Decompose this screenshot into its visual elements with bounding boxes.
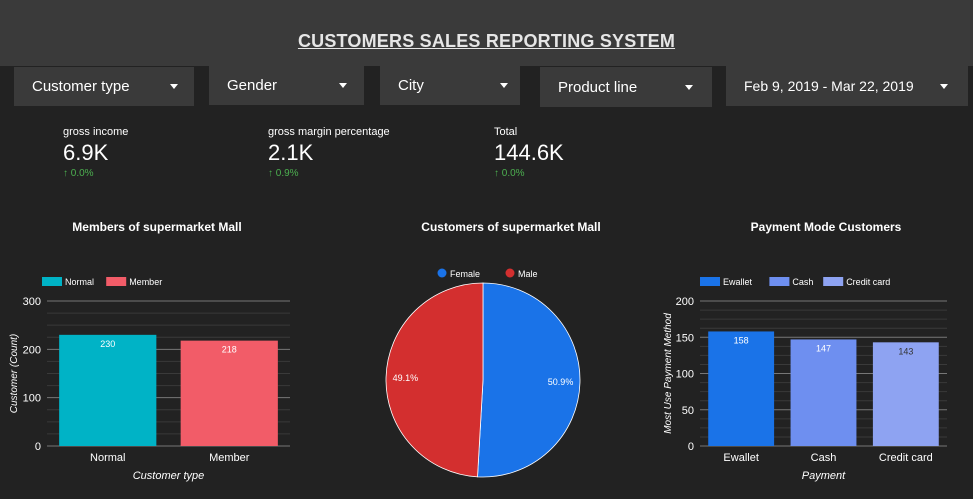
chart-title: Members of supermarket Mall xyxy=(72,220,241,234)
chevron-down-icon xyxy=(685,85,693,90)
pie-data-label: 49.1% xyxy=(393,373,419,383)
kpi-value: 2.1K xyxy=(268,140,314,165)
bar xyxy=(872,342,939,446)
kpi-gross-income: gross income 6.9K ↑ 0.0% xyxy=(63,126,128,179)
legend-label: Ewallet xyxy=(723,277,753,287)
bar-data-label: 147 xyxy=(816,343,831,353)
kpi-change-value: 0.0% xyxy=(70,168,94,179)
members-bar-chart: Members of supermarket Mall Normal Member 0… xyxy=(9,220,290,482)
arrow-up-icon: ↑ xyxy=(268,168,273,179)
y-tick-label: 300 xyxy=(23,296,41,308)
kpi-change: ↑ 0.9% xyxy=(268,168,390,179)
legend-label: Cash xyxy=(792,277,813,287)
kpi-change: ↑ 0.0% xyxy=(494,168,564,179)
filter-label: Feb 9, 2019 - Mar 22, 2019 xyxy=(744,78,914,94)
filter-label: Gender xyxy=(227,77,278,94)
chart-title: Customers of supermarket Mall xyxy=(421,220,600,234)
kpi-value: 144.6K xyxy=(494,140,564,165)
bar-data-label: 230 xyxy=(100,339,115,349)
legend-swatch xyxy=(106,277,127,286)
legend-dot xyxy=(505,268,515,278)
y-tick-label: 0 xyxy=(688,441,694,453)
y-tick-label: 150 xyxy=(676,332,694,344)
kpi-change: ↑ 0.0% xyxy=(63,168,128,179)
legend-swatch xyxy=(769,277,790,286)
kpi-label: gross income xyxy=(63,126,129,138)
y-tick-label: 0 xyxy=(35,441,41,453)
x-axis-title: Payment xyxy=(802,470,846,482)
filter-label: Product line xyxy=(558,78,638,96)
legend-label: Male xyxy=(518,269,538,279)
legend-dot xyxy=(437,268,447,278)
bar xyxy=(59,334,157,446)
bar xyxy=(708,331,775,446)
pie-data-label: 50.9% xyxy=(548,377,574,387)
date-range-filter[interactable]: Feb 9, 2019 - Mar 22, 2019 xyxy=(726,66,968,106)
y-tick-label: 200 xyxy=(676,296,694,308)
city-filter[interactable]: City xyxy=(380,66,520,105)
kpi-value: 6.9K xyxy=(63,140,109,165)
chevron-down-icon xyxy=(500,83,508,88)
legend-swatch xyxy=(700,277,720,286)
kpi-label: Total xyxy=(494,126,518,138)
chevron-down-icon xyxy=(940,84,948,89)
legend-swatch xyxy=(823,277,844,286)
bar xyxy=(790,339,857,446)
customer-type-filter[interactable]: Customer type xyxy=(14,67,194,106)
bar-data-label: 143 xyxy=(898,346,913,356)
payment-bar-chart: Payment Mode Customers Ewallet Cash Credit … xyxy=(663,220,947,482)
customers-pie-chart: Customers of supermarket Mall Female Male 5… xyxy=(385,220,601,478)
y-tick-label: 200 xyxy=(23,344,41,356)
kpi-total: Total 144.6K ↑ 0.0% xyxy=(494,126,564,179)
page-title: CUSTOMERS SALES REPORTING SYSTEM xyxy=(297,31,676,51)
arrow-up-icon: ↑ xyxy=(494,168,499,179)
kpi-label: gross margin percentage xyxy=(268,126,390,138)
chevron-down-icon xyxy=(170,84,178,89)
y-axis-title: Customer (Count) xyxy=(9,334,20,413)
legend-label: Credit card xyxy=(846,277,890,287)
chart-title: Payment Mode Customers xyxy=(751,220,902,234)
legend-label: Female xyxy=(450,269,480,279)
kpi-change-value: 0.0% xyxy=(501,168,525,179)
bar xyxy=(180,340,278,446)
gender-filter[interactable]: Gender xyxy=(209,66,364,105)
bar-data-label: 158 xyxy=(734,335,749,345)
x-tick-label: Normal xyxy=(90,452,125,464)
filter-label: City xyxy=(398,77,424,94)
y-tick-label: 100 xyxy=(23,393,41,405)
x-tick-label: Ewallet xyxy=(723,452,758,464)
filter-label: Customer type xyxy=(32,78,130,95)
x-axis-title: Customer type xyxy=(133,470,205,482)
chevron-down-icon xyxy=(339,83,347,88)
kpi-gross-margin: gross margin percentage 2.1K ↑ 0.9% xyxy=(268,126,390,179)
bar-data-label: 218 xyxy=(222,345,237,355)
product-line-filter[interactable]: Product line xyxy=(540,67,712,107)
kpi-change-value: 0.9% xyxy=(275,168,299,179)
x-tick-label: Credit card xyxy=(879,452,933,464)
legend-swatch xyxy=(42,277,62,286)
y-tick-label: 100 xyxy=(676,369,694,381)
arrow-up-icon: ↑ xyxy=(63,168,68,179)
legend-label: Member xyxy=(129,277,162,287)
x-tick-label: Cash xyxy=(811,452,837,464)
x-tick-label: Member xyxy=(209,452,250,464)
legend-label: Normal xyxy=(65,277,94,287)
y-axis-title: Most Use Payment Method xyxy=(663,313,674,434)
y-tick-label: 50 xyxy=(682,405,694,417)
